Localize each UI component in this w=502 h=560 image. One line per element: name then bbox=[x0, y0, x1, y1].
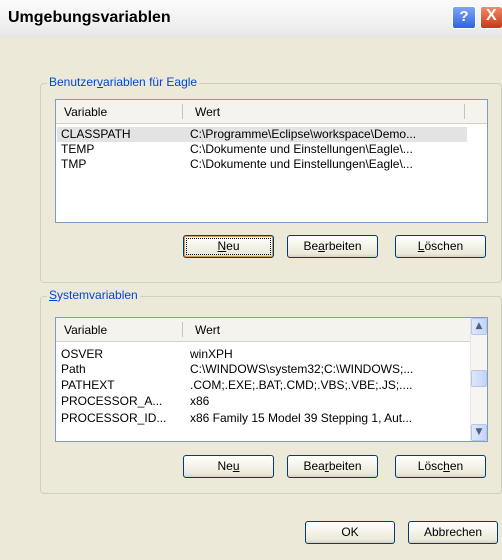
column-separator[interactable] bbox=[182, 104, 183, 119]
list-item-temp[interactable]: TEMP C:\Dokumente und Einstellungen\Eagl… bbox=[57, 142, 467, 157]
system-delete-button[interactable]: Löschen bbox=[395, 455, 486, 478]
user-edit-button[interactable]: Bearbeiten bbox=[287, 235, 378, 258]
column-header-value[interactable]: Wert bbox=[195, 323, 220, 337]
variable-name: CLASSPATH bbox=[61, 127, 131, 141]
variable-value: x86 Family 15 Model 39 Stepping 1, Aut..… bbox=[190, 411, 413, 425]
variable-name: OSVER bbox=[61, 347, 104, 361]
column-separator[interactable] bbox=[182, 322, 183, 337]
list-item-classpath[interactable]: CLASSPATH C:\Programme\Eclipse\workspace… bbox=[57, 127, 467, 142]
scroll-down-button[interactable]: ▼ bbox=[471, 424, 487, 441]
column-separator[interactable] bbox=[464, 104, 465, 119]
variable-value: winXPH bbox=[190, 347, 233, 361]
variable-value: C:\Dokumente und Einstellungen\Eagle\... bbox=[190, 142, 413, 156]
scroll-up-button[interactable]: ▲ bbox=[471, 318, 487, 335]
variable-name: PROCESSOR_A... bbox=[61, 394, 163, 408]
column-header-variable[interactable]: Variable bbox=[64, 323, 107, 337]
cancel-button[interactable]: Abbrechen bbox=[408, 521, 498, 544]
scrollbar-thumb[interactable] bbox=[471, 370, 487, 387]
variable-name: Path bbox=[61, 362, 86, 376]
variable-value: C:\Programme\Eclipse\workspace\Demo... bbox=[190, 127, 417, 141]
user-delete-button[interactable]: Löschen bbox=[395, 235, 486, 258]
variable-name: PATHEXT bbox=[61, 378, 115, 392]
user-new-button[interactable]: Neu bbox=[183, 235, 274, 258]
variable-value: C:\Dokumente und Einstellungen\Eagle\... bbox=[190, 157, 413, 171]
list-item-path[interactable]: Path C:\WINDOWS\system32;C:\WINDOWS;... bbox=[57, 362, 457, 377]
list-item-osver[interactable]: OSVER winXPH bbox=[57, 347, 457, 362]
variable-name: TEMP bbox=[61, 142, 95, 156]
variable-value: x86 bbox=[190, 394, 210, 408]
system-edit-button[interactable]: Bearbeiten bbox=[287, 455, 378, 478]
system-new-button[interactable]: Neu bbox=[183, 455, 274, 478]
help-button[interactable]: ? bbox=[452, 6, 476, 29]
system-variables-legend: Systemvariablen bbox=[47, 288, 140, 302]
list-item-processor-identifier[interactable]: PROCESSOR_ID... x86 Family 15 Model 39 S… bbox=[57, 411, 457, 426]
title-bar[interactable]: Umgebungsvariablen ? X bbox=[0, 0, 502, 38]
user-variables-header: Variable Wert bbox=[56, 100, 487, 124]
column-header-value[interactable]: Wert bbox=[195, 105, 220, 119]
variable-name: PROCESSOR_ID... bbox=[61, 411, 167, 425]
chevron-up-icon: ▲ bbox=[475, 321, 483, 331]
list-item-processor-architecture[interactable]: PROCESSOR_A... x86 bbox=[57, 394, 457, 409]
variable-value: .COM;.EXE;.BAT;.CMD;.VBS;.VBE;.JS;.... bbox=[190, 378, 413, 392]
user-variables-list[interactable]: Variable Wert CLASSPATH C:\Programme\Ecl… bbox=[55, 99, 488, 223]
variable-value: C:\WINDOWS\system32;C:\WINDOWS;... bbox=[190, 362, 414, 376]
help-icon: ? bbox=[459, 8, 469, 25]
list-item-tmp[interactable]: TMP C:\Dokumente und Einstellungen\Eagle… bbox=[57, 157, 467, 172]
close-icon: X bbox=[486, 7, 497, 24]
ok-button[interactable]: OK bbox=[305, 521, 395, 544]
window-title: Umgebungsvariablen bbox=[8, 9, 171, 26]
close-button[interactable]: X bbox=[480, 6, 502, 29]
chevron-down-icon: ▼ bbox=[475, 427, 483, 437]
system-variables-header: Variable Wert bbox=[56, 318, 472, 342]
system-variables-list[interactable]: Variable Wert OSVER winXPH Path C:\WINDO… bbox=[55, 317, 488, 442]
variable-name: TMP bbox=[61, 157, 87, 171]
vertical-scrollbar[interactable]: ▲ ▼ bbox=[470, 318, 487, 441]
user-variables-legend: Benutzervariablen für Eagle bbox=[47, 75, 200, 89]
list-item-pathext[interactable]: PATHEXT .COM;.EXE;.BAT;.CMD;.VBS;.VBE;.J… bbox=[57, 378, 457, 393]
column-header-variable[interactable]: Variable bbox=[64, 105, 107, 119]
